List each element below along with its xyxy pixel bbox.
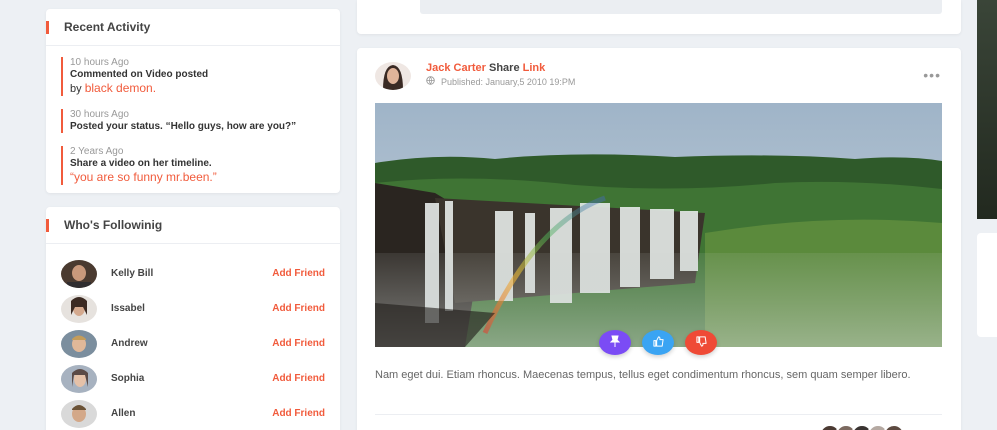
thumbs-down-icon (695, 335, 707, 350)
avatar[interactable] (61, 364, 97, 393)
divider (375, 414, 942, 415)
post-composer-card (357, 0, 961, 34)
reactor-avatars[interactable] (819, 424, 905, 430)
following-list: Kelly Bill Add Friend Issabel Add Friend… (46, 244, 340, 430)
post-author[interactable]: Jack Carter (426, 62, 486, 74)
activity-link[interactable]: black demon. (85, 81, 156, 95)
activity-text: Share a video on her timeline. (70, 158, 212, 169)
post-published-date: Published: January,5 2010 19:PM (441, 76, 576, 87)
avatar[interactable] (61, 294, 97, 323)
like-button[interactable] (642, 330, 674, 355)
follower-name[interactable]: Kelly Bill (111, 268, 272, 279)
add-friend-button[interactable]: Add Friend (272, 408, 325, 419)
post-card: Jack Carter Share Link Published: Januar… (357, 48, 961, 430)
add-friend-button[interactable]: Add Friend (272, 303, 325, 314)
post-body: Nam eget dui. Etiam rhoncus. Maecenas te… (375, 369, 911, 381)
avatar[interactable] (61, 399, 97, 428)
globe-icon (426, 76, 435, 87)
follower-name[interactable]: Allen (111, 408, 272, 419)
activity-list: 10 hours Ago Commented on Video posted b… (46, 46, 340, 185)
who-following-title: Who's Followinig (46, 207, 340, 244)
following-row: Allen Add Friend (61, 396, 325, 430)
pin-button[interactable] (599, 330, 631, 355)
add-friend-button[interactable]: Add Friend (272, 338, 325, 349)
activity-quote[interactable]: you are so funny mr.been. (74, 170, 213, 184)
following-row: Issabel Add Friend (61, 291, 325, 326)
post-image[interactable] (375, 103, 942, 347)
recent-activity-card: Recent Activity 10 hours Ago Commented o… (46, 9, 340, 193)
activity-text: Posted your status. “Hello guys, how are… (70, 121, 297, 132)
activity-prefix: by (70, 83, 85, 95)
activity-time: 10 hours Ago (70, 57, 129, 68)
activity-item: 10 hours Ago Commented on Video posted b… (61, 57, 340, 96)
follower-name[interactable]: Issabel (111, 303, 272, 314)
avatar (883, 424, 905, 430)
more-options-icon[interactable]: ••• (923, 68, 941, 82)
recent-activity-title: Recent Activity (46, 9, 340, 46)
following-row: Andrew Add Friend (61, 326, 325, 361)
follower-name[interactable]: Sophia (111, 373, 272, 384)
avatar[interactable] (61, 329, 97, 358)
who-following-card: Who's Followinig Kelly Bill Add Friend I… (46, 207, 340, 430)
dislike-button[interactable] (685, 330, 717, 355)
activity-time: 30 hours Ago (70, 109, 129, 120)
composer-input-area[interactable] (420, 0, 942, 14)
pin-icon (609, 335, 621, 350)
post-object-link[interactable]: Link (523, 62, 546, 74)
avatar[interactable] (61, 259, 97, 288)
side-card (977, 233, 997, 337)
following-row: Kelly Bill Add Friend (61, 256, 325, 291)
activity-time: 2 Years Ago (70, 146, 124, 157)
add-friend-button[interactable]: Add Friend (272, 268, 325, 279)
activity-item: 30 hours Ago Posted your status. “Hello … (61, 109, 340, 133)
post-action: Share (489, 62, 520, 74)
post-header: Jack Carter Share Link Published: Januar… (426, 62, 575, 87)
author-avatar[interactable] (375, 62, 411, 90)
follower-name[interactable]: Andrew (111, 338, 272, 349)
activity-text: Commented on Video posted (70, 69, 209, 80)
thumbs-up-icon (652, 335, 664, 350)
add-friend-button[interactable]: Add Friend (272, 373, 325, 384)
following-row: Sophia Add Friend (61, 361, 325, 396)
activity-item: 2 Years Ago Share a video on her timelin… (61, 146, 340, 185)
side-image (977, 0, 997, 219)
